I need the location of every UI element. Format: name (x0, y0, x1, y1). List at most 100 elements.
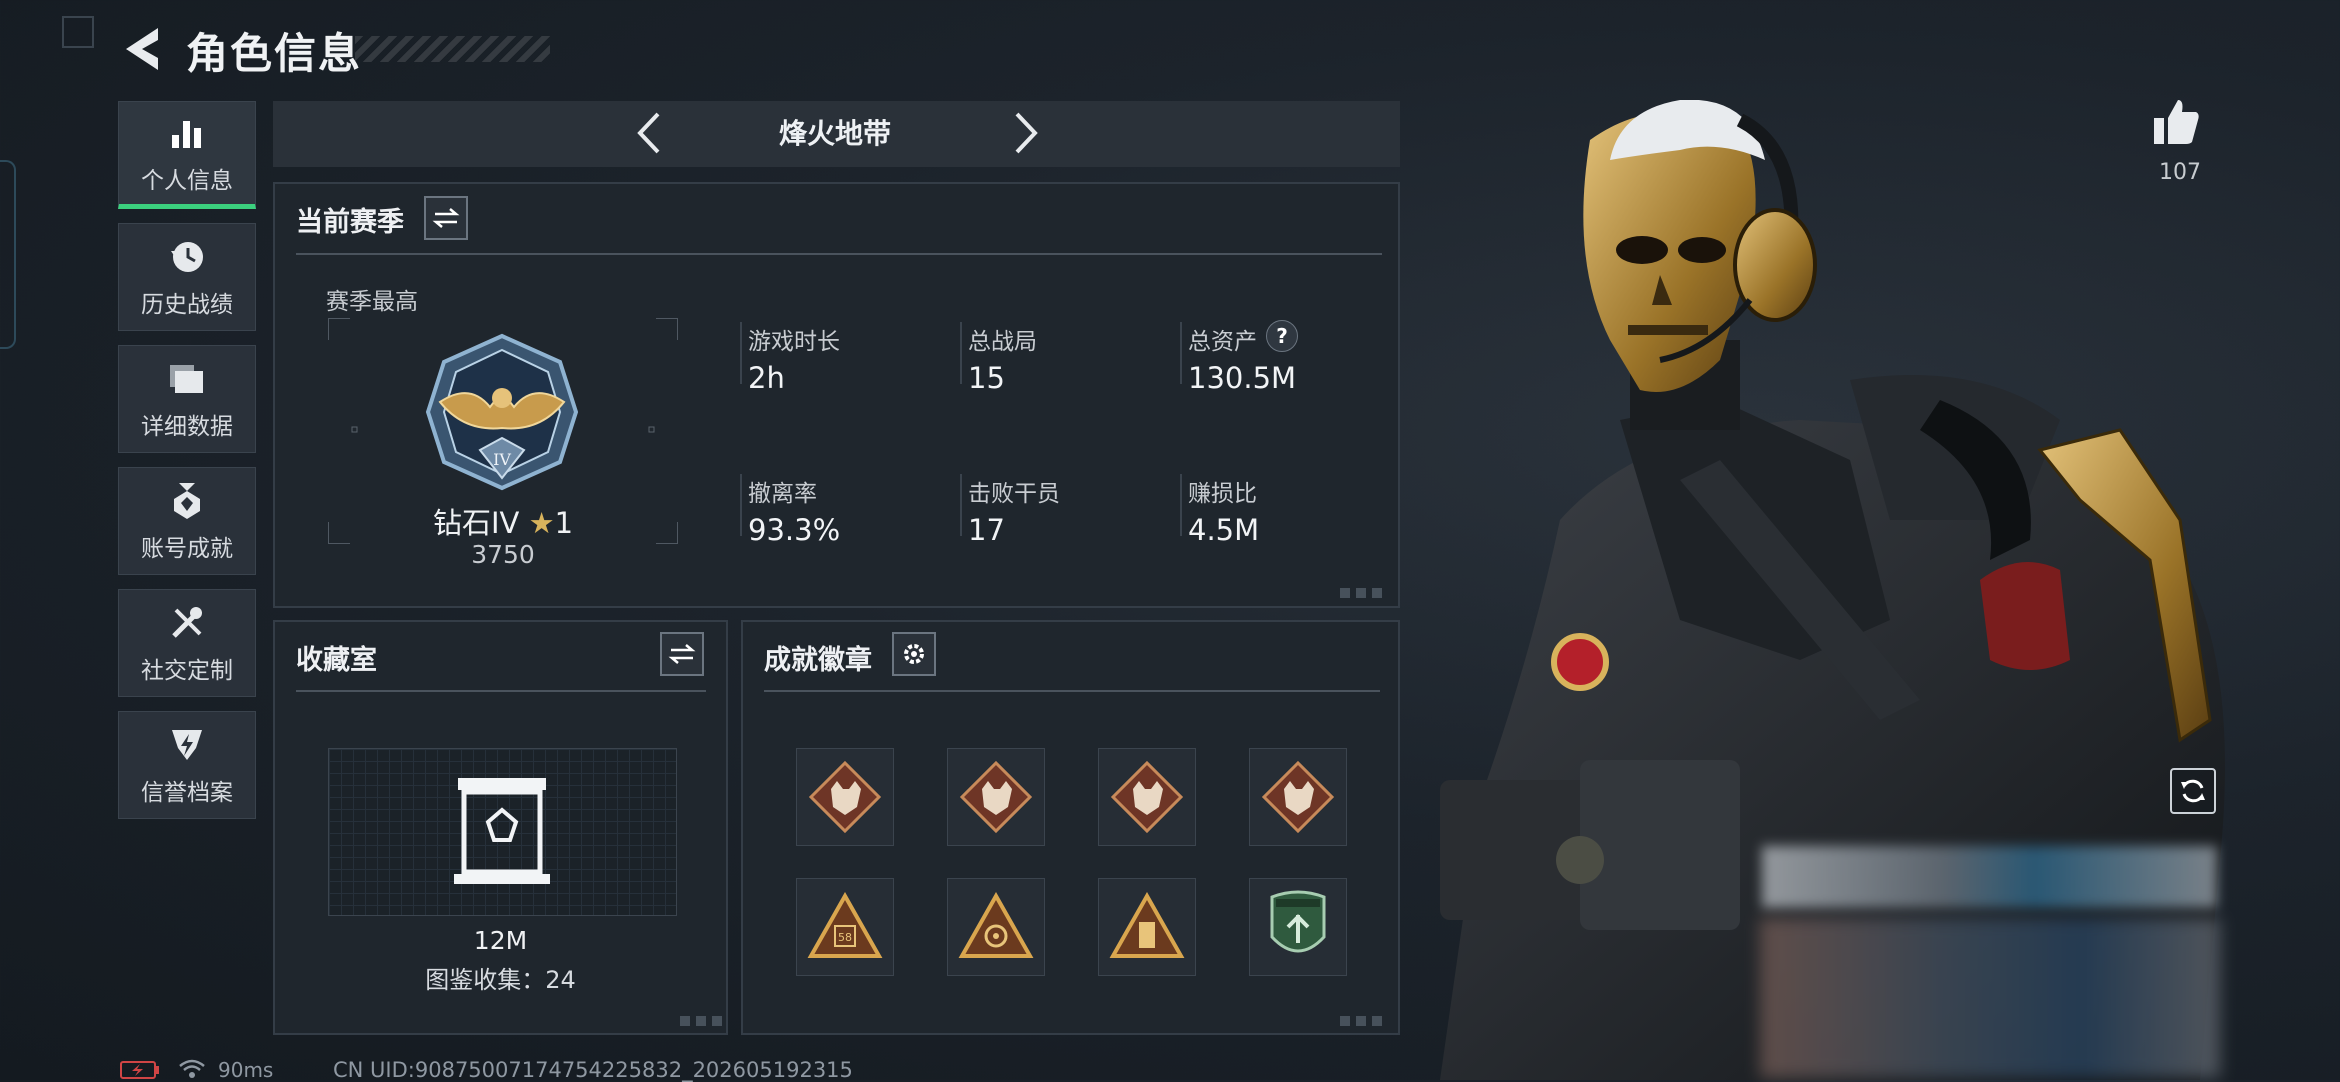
nav-label: 账号成就 (141, 536, 233, 562)
achievement-badge-triangle[interactable] (1098, 878, 1196, 976)
like-count: 107 (2159, 160, 2201, 185)
tools-icon (165, 601, 209, 645)
showcase-cabinet-icon (454, 778, 550, 884)
achievement-badge-wolf[interactable] (947, 748, 1045, 846)
blurred-overlay (1762, 846, 2217, 908)
stat-label: 总资产 (1188, 329, 1257, 355)
achievement-badge-wolf[interactable] (1249, 748, 1347, 846)
stat-value: 17 (968, 513, 1005, 547)
season-title: 当前赛季 (296, 207, 404, 238)
corner-decoration (1340, 1016, 1382, 1026)
svg-text:IV: IV (493, 450, 511, 469)
stat-value: 93.3% (748, 513, 841, 547)
side-drawer-handle[interactable] (0, 160, 16, 349)
triangle-badge-icon: 58 (807, 892, 883, 958)
rotate-character-button[interactable] (2170, 768, 2216, 814)
switch-collection-button[interactable] (660, 632, 704, 676)
history-clock-icon (165, 235, 209, 279)
achievement-badge-wolf[interactable] (1098, 748, 1196, 846)
codex-collection-text: 图鉴收集：24 (425, 966, 576, 994)
nav-label: 社交定制 (141, 658, 233, 684)
divider (740, 474, 742, 536)
triangle-eye-badge-icon (958, 892, 1034, 958)
corner-decoration (680, 1016, 722, 1026)
collection-title: 收藏室 (296, 645, 377, 676)
shield-bolt-icon (165, 723, 209, 767)
stat-label: 撤离率 (748, 481, 817, 507)
player-uid: CN UID:9087500717475422583​2_20260519231… (333, 1058, 853, 1082)
divider (740, 322, 742, 384)
diamond-rank-emblem-icon: IV (425, 333, 579, 491)
nav-label: 信誉档案 (141, 780, 233, 806)
stat-value: 2h (748, 361, 785, 395)
nav-item-detailed-data[interactable]: 详细数据 (118, 345, 256, 453)
nav-item-account-achievements[interactable]: 账号成就 (118, 467, 256, 575)
divider (1180, 474, 1182, 536)
back-button[interactable] (118, 22, 168, 76)
achievement-badge-wolf[interactable] (796, 748, 894, 846)
stat-label: 游戏时长 (748, 329, 840, 355)
title-decoration (355, 36, 550, 62)
star-icon: ★ (528, 506, 555, 540)
achievement-badge-triangle[interactable] (947, 878, 1045, 976)
stat-label: 总战局 (968, 329, 1037, 355)
blurred-overlay (1760, 918, 2220, 1078)
season-best-label: 赛季最高 (326, 289, 418, 315)
divider (764, 690, 1380, 692)
stat-value: 4.5M (1188, 513, 1260, 547)
nav-label: 个人信息 (141, 168, 233, 194)
nav-item-credit-file[interactable]: 信誉档案 (118, 711, 256, 819)
bar-chart-icon (165, 111, 209, 155)
previous-map-button[interactable] (630, 108, 670, 162)
swap-icon (668, 644, 696, 664)
divider (960, 474, 962, 536)
page-title: 角色信息 (186, 29, 363, 78)
map-name: 烽火地带 (778, 117, 891, 150)
divider (296, 253, 1382, 255)
gear-icon (904, 644, 924, 664)
back-arrow-icon (126, 28, 158, 70)
wolf-badge-icon (808, 760, 882, 834)
triangle-tower-badge-icon (1109, 892, 1185, 958)
rotate-icon (2181, 779, 2205, 803)
rank-name: 钻石IV (432, 506, 520, 540)
divider (296, 690, 706, 692)
switch-season-button[interactable] (424, 196, 468, 240)
medal-icon (165, 479, 209, 523)
divider (960, 322, 962, 384)
folder-icon (165, 357, 209, 401)
nav-item-social-custom[interactable]: 社交定制 (118, 589, 256, 697)
achievement-badge-green-shield[interactable] (1249, 878, 1347, 976)
green-shield-badge-icon (1270, 890, 1326, 953)
rank-name-row: 钻石IV ★1 (328, 500, 678, 542)
achievements-title: 成就徽章 (764, 645, 872, 676)
network-ping: 90ms (218, 1058, 274, 1082)
stat-label: 赚损比 (1188, 481, 1257, 507)
stat-value: 130.5M (1188, 361, 1297, 395)
wolf-badge-icon (1261, 760, 1335, 834)
nav-label: 历史战绩 (141, 292, 233, 318)
rank-points: 3750 (471, 540, 535, 569)
nav-item-history[interactable]: 历史战绩 (118, 223, 256, 331)
corner-decoration (1340, 588, 1382, 598)
nav-item-personal-info[interactable]: 个人信息 (118, 101, 256, 209)
chevron-right-icon (1015, 112, 1038, 154)
corner-decoration (62, 16, 94, 48)
chevron-left-icon (637, 112, 660, 154)
battery-charging-icon (120, 1061, 159, 1079)
stat-label: 击败干员 (968, 481, 1060, 507)
collection-value: 12M (473, 926, 528, 955)
achievement-badge-triangle[interactable]: 58 (796, 878, 894, 976)
thumbs-up-icon[interactable] (2150, 96, 2202, 148)
wolf-badge-icon (1110, 760, 1184, 834)
stat-value: 15 (968, 361, 1005, 395)
divider (1180, 322, 1182, 384)
svg-text:58: 58 (838, 931, 852, 944)
next-map-button[interactable] (1005, 108, 1045, 162)
rank-stars: 1 (554, 506, 574, 540)
wolf-badge-icon (959, 760, 1033, 834)
badge-settings-button[interactable] (892, 632, 936, 676)
swap-icon (432, 208, 460, 228)
help-icon[interactable]: ? (1266, 320, 1298, 352)
nav-label: 详细数据 (141, 414, 233, 440)
